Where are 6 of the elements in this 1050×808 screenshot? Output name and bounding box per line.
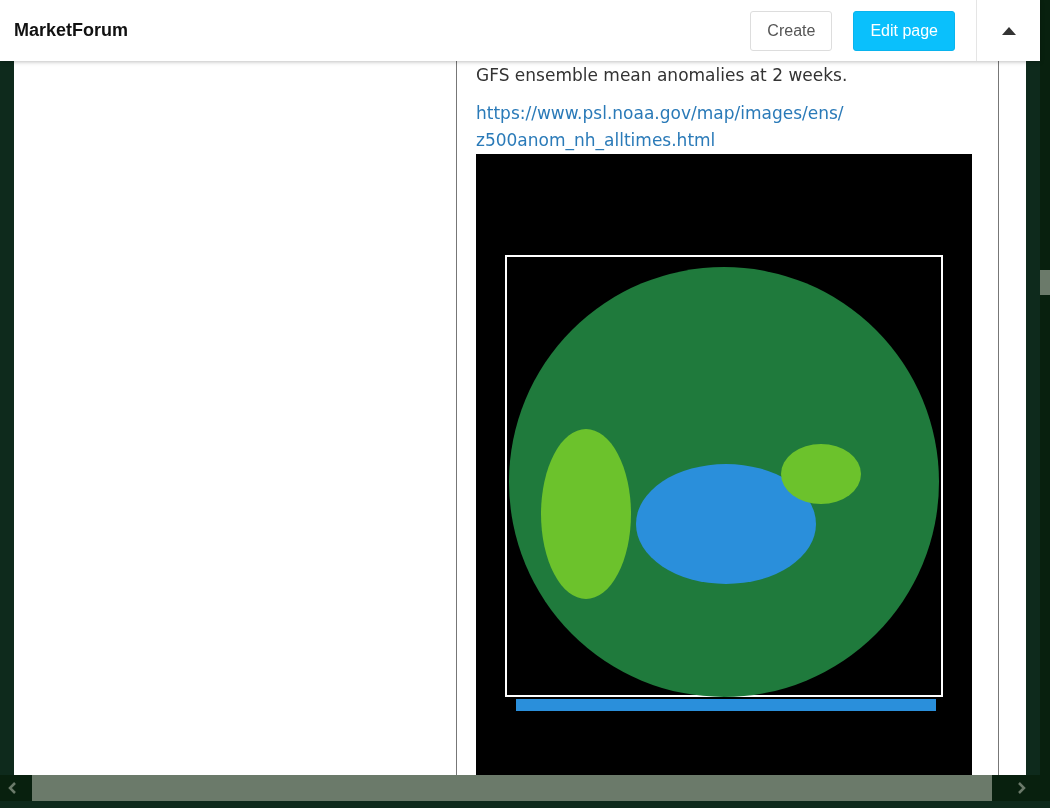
map-link[interactable]: https://www.psl.noaa.gov/map/images/ens/z500anom_nh_alltimes.html bbox=[476, 100, 972, 154]
site-title[interactable]: MarketForum bbox=[14, 20, 751, 41]
create-button[interactable]: Create bbox=[750, 10, 833, 51]
scrollbar-thumb[interactable] bbox=[1040, 270, 1050, 295]
caret-up-icon[interactable] bbox=[1001, 26, 1016, 35]
post-text: GFS ensemble mean anomalies at 2 weeks. bbox=[476, 64, 849, 87]
